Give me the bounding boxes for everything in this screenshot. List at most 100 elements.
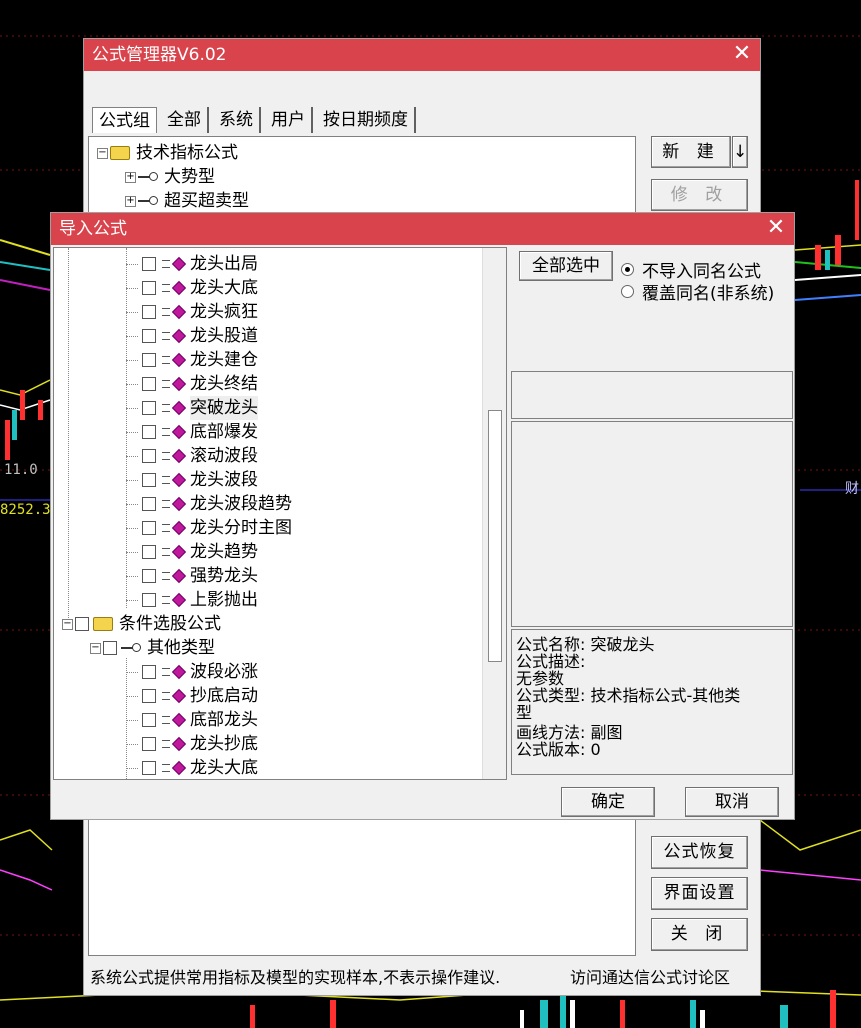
formula-lines-icon bbox=[162, 740, 170, 748]
radio-overwrite-duplicates[interactable]: 覆盖同名(非系统) bbox=[621, 279, 774, 304]
info-version-row: 公式版本: 0 bbox=[516, 741, 601, 758]
cancel-button[interactable]: 取消 bbox=[685, 787, 779, 817]
tree-guide-line bbox=[68, 248, 69, 618]
tree-item-formula[interactable]: 突破龙头 bbox=[126, 396, 258, 420]
tree-item-formula[interactable]: 龙头出局 bbox=[126, 252, 258, 276]
expand-icon[interactable]: + bbox=[125, 195, 136, 207]
tree-item-formula[interactable]: 抄底启动 bbox=[126, 684, 258, 708]
import-titlebar[interactable]: 导入公式 ✕ bbox=[51, 213, 794, 245]
formula-lines-icon bbox=[162, 404, 170, 412]
tree-item-formula[interactable]: 龙头趋势 bbox=[126, 540, 258, 564]
checkbox[interactable] bbox=[142, 377, 156, 391]
tree-item-formula[interactable]: 强势龙头 bbox=[126, 564, 258, 588]
formula-lines-icon bbox=[162, 524, 170, 532]
select-all-button[interactable]: 全部选中 bbox=[519, 251, 613, 281]
radio-button[interactable] bbox=[621, 263, 634, 276]
checkbox[interactable] bbox=[142, 473, 156, 487]
checkbox[interactable] bbox=[142, 713, 156, 727]
tree-item-formula[interactable]: 龙头抄底 bbox=[126, 732, 258, 756]
tree-item-formula[interactable]: 龙头建仓 bbox=[126, 348, 258, 372]
restore-button[interactable]: 公式恢复 bbox=[651, 836, 748, 869]
manager-titlebar[interactable]: 公式管理器V6.02 ✕ bbox=[84, 39, 760, 71]
checkbox[interactable] bbox=[142, 281, 156, 295]
formula-info-box: 公式名称: 突破龙头 公式描述: 无参数 公式类型: 技术指标公式-其他类 型 … bbox=[511, 629, 793, 775]
close-button[interactable]: 关 闭 bbox=[651, 918, 748, 951]
new-button[interactable]: 新 建 bbox=[651, 136, 731, 168]
tree-label: 龙头抄底 bbox=[190, 734, 258, 754]
formula-diamond-icon bbox=[171, 568, 187, 584]
info-type-row: 公式类型: 技术指标公式-其他类 bbox=[516, 687, 740, 704]
formula-diamond-icon bbox=[171, 592, 187, 608]
tree-item-formula[interactable]: 龙头疯狂 bbox=[126, 300, 258, 324]
formula-diamond-icon bbox=[171, 544, 187, 560]
checkbox[interactable] bbox=[142, 521, 156, 535]
checkbox[interactable] bbox=[142, 425, 156, 439]
radio-button[interactable] bbox=[621, 285, 634, 298]
tree-item-formula[interactable]: 底部爆发 bbox=[126, 420, 258, 444]
collapse-icon[interactable]: − bbox=[90, 642, 101, 654]
close-icon[interactable]: ✕ bbox=[732, 39, 752, 71]
checkbox[interactable] bbox=[142, 449, 156, 463]
tree-item-formula[interactable]: 滚动波段 bbox=[126, 444, 258, 468]
checkbox[interactable] bbox=[75, 617, 89, 631]
tree-folder-stock-selection[interactable]: − 条件选股公式 bbox=[62, 612, 221, 636]
tab-date-frequency[interactable]: 按日期频度 bbox=[317, 107, 416, 133]
tab-user[interactable]: 用户 bbox=[265, 107, 313, 133]
tree-item-formula[interactable]: 龙头波段趋势 bbox=[126, 492, 292, 516]
formula-diamond-icon bbox=[171, 400, 187, 416]
ok-button[interactable]: 确定 bbox=[561, 787, 655, 817]
scrollbar-thumb[interactable] bbox=[488, 410, 502, 662]
checkbox[interactable] bbox=[142, 497, 156, 511]
vertical-scrollbar[interactable] bbox=[482, 248, 506, 779]
info-draw-row: 画线方法: 副图 bbox=[516, 724, 623, 741]
tree-item-formula[interactable]: 龙头股道 bbox=[126, 324, 258, 348]
tab-formula-group[interactable]: 公式组 bbox=[92, 107, 157, 133]
close-icon[interactable]: ✕ bbox=[766, 213, 786, 245]
tree-item-overbought-type[interactable]: + 超买超卖型 bbox=[125, 189, 249, 213]
checkbox[interactable] bbox=[142, 761, 156, 775]
checkbox[interactable] bbox=[103, 641, 117, 655]
tree-subfolder-other-types[interactable]: − 其他类型 bbox=[90, 636, 215, 660]
checkbox[interactable] bbox=[142, 593, 156, 607]
collapse-icon[interactable]: − bbox=[62, 618, 73, 630]
tree-item-formula[interactable]: 龙头大底 bbox=[126, 276, 258, 300]
tree-item-formula[interactable]: 龙头终结 bbox=[126, 372, 258, 396]
checkbox[interactable] bbox=[142, 689, 156, 703]
formula-diamond-icon bbox=[171, 328, 187, 344]
checkbox[interactable] bbox=[142, 737, 156, 751]
tree-label: 其他类型 bbox=[147, 638, 215, 658]
tree-item-formula[interactable]: 龙头波段 bbox=[126, 468, 258, 492]
tab-system[interactable]: 系统 bbox=[213, 107, 261, 133]
tree-connector bbox=[126, 335, 138, 337]
formula-diamond-icon bbox=[171, 424, 187, 440]
forum-link[interactable]: 访问通达信公式讨论区 bbox=[570, 964, 730, 988]
tree-item-market-type[interactable]: + 大势型 bbox=[125, 165, 215, 189]
tree-item-formula[interactable]: 底部龙头 bbox=[126, 708, 258, 732]
expand-icon[interactable]: + bbox=[125, 171, 136, 183]
tree-label: 底部龙头 bbox=[190, 710, 258, 730]
tree-item-formula[interactable]: 上影抛出 bbox=[126, 588, 258, 612]
formula-lines-icon bbox=[162, 716, 170, 724]
checkbox[interactable] bbox=[142, 665, 156, 679]
tree-label: 超买超卖型 bbox=[164, 191, 249, 211]
collapse-icon[interactable]: − bbox=[97, 147, 108, 159]
ui-settings-button[interactable]: 界面设置 bbox=[651, 877, 748, 910]
checkbox[interactable] bbox=[142, 569, 156, 583]
tree-item-formula[interactable]: 龙头分时主图 bbox=[126, 516, 292, 540]
tree-item-tech-indicators[interactable]: − 技术指标公式 bbox=[97, 141, 238, 165]
info-value: 0 bbox=[590, 740, 601, 759]
tree-item-formula[interactable]: 龙头大底 bbox=[126, 756, 258, 779]
checkbox[interactable] bbox=[142, 305, 156, 319]
checkbox[interactable] bbox=[142, 545, 156, 559]
formula-diamond-icon bbox=[171, 256, 187, 272]
checkbox[interactable] bbox=[142, 353, 156, 367]
tree-item-formula[interactable]: 波段必涨 bbox=[126, 660, 258, 684]
checkbox[interactable] bbox=[142, 401, 156, 415]
checkbox[interactable] bbox=[142, 329, 156, 343]
formula-diamond-icon bbox=[171, 688, 187, 704]
tab-all[interactable]: 全部 bbox=[161, 107, 209, 133]
new-dropdown-button[interactable]: ↓ bbox=[732, 136, 748, 168]
volume-axis-label: 8252.3 bbox=[0, 502, 51, 518]
checkbox[interactable] bbox=[142, 257, 156, 271]
modify-button[interactable]: 修 改 bbox=[651, 179, 748, 211]
